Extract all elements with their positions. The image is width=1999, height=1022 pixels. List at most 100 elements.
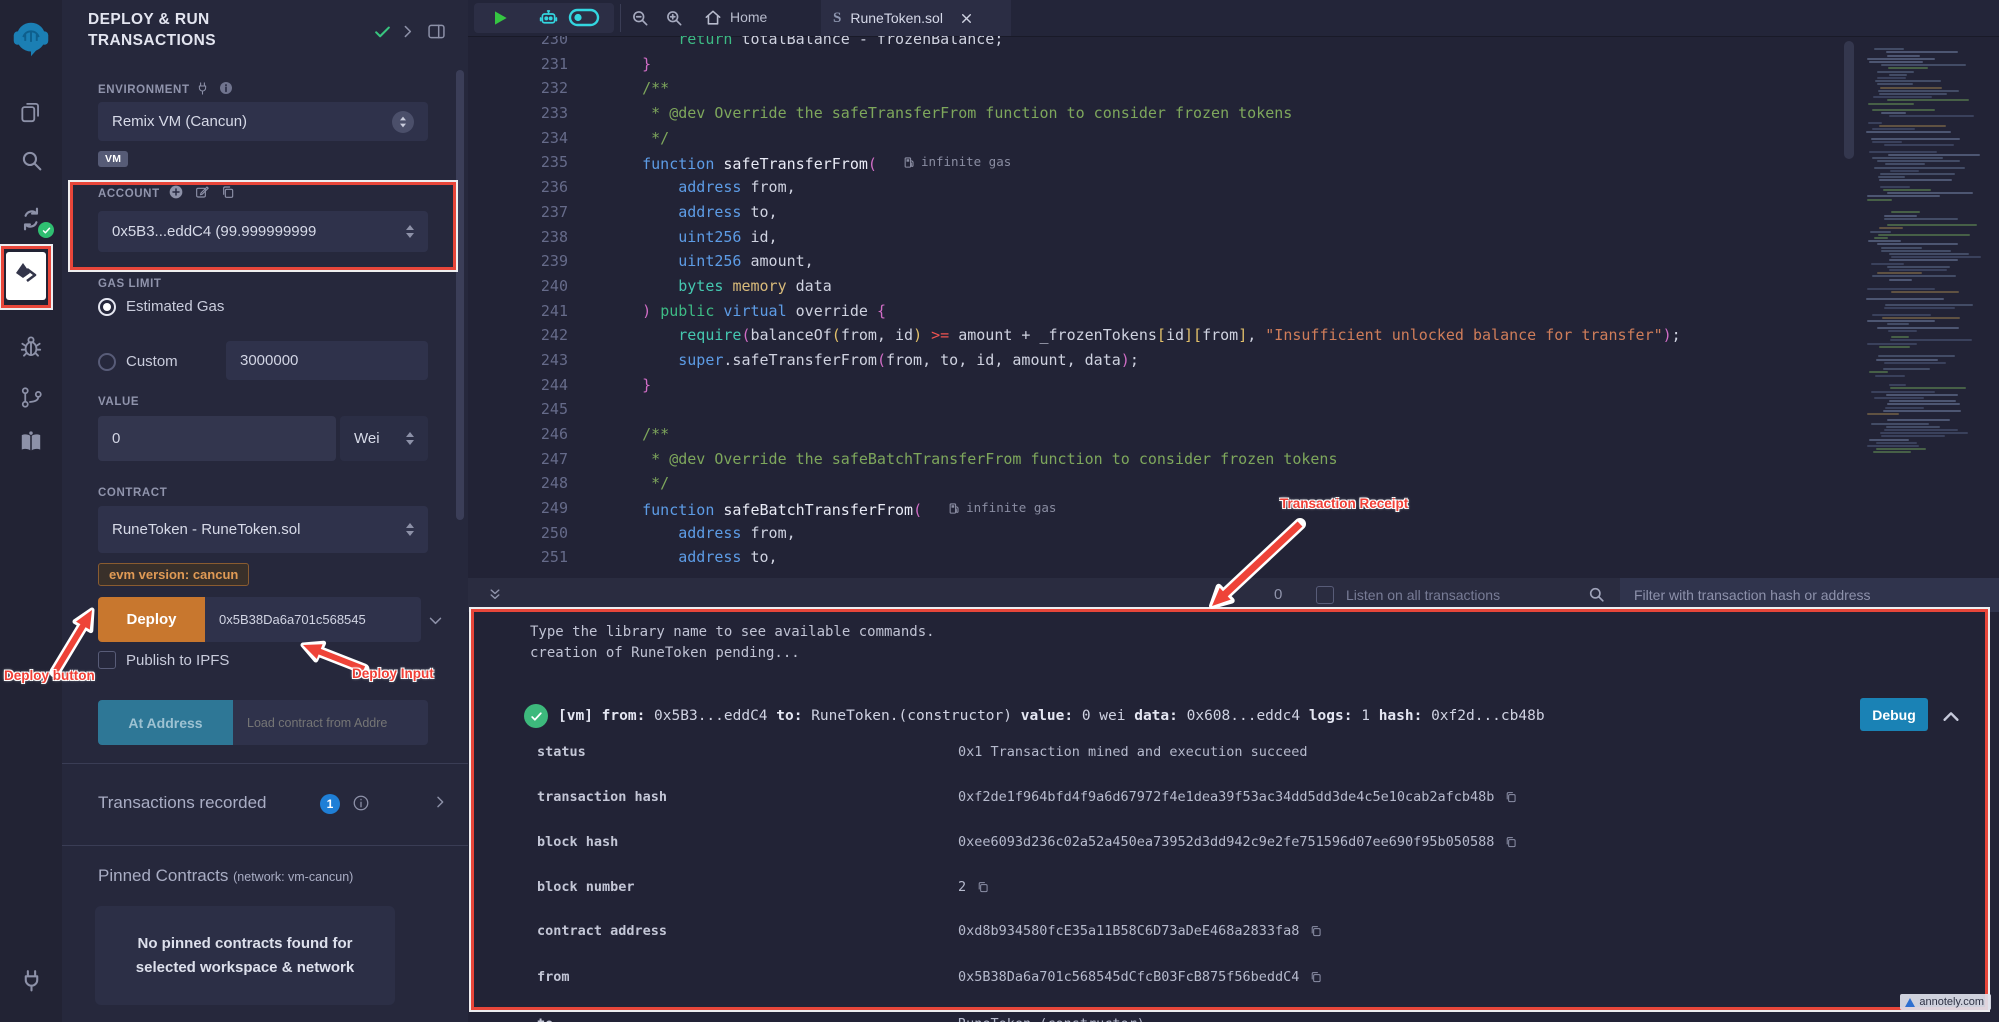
code-editor[interactable]: 230 return totalBalance - frozenBalance;…	[468, 36, 1999, 578]
code-line: 240 bytes memory data	[468, 274, 1848, 299]
estimated-gas-label: Estimated Gas	[126, 298, 224, 315]
evm-version-badge: evm version: cancun	[98, 563, 249, 586]
line-number: 232	[468, 76, 568, 101]
receipt-row: status0x1 Transaction mined and executio…	[537, 744, 1969, 766]
code-line: 248 */	[468, 471, 1848, 496]
transactions-info-icon[interactable]	[352, 794, 370, 812]
search-icon[interactable]	[0, 148, 62, 173]
editor-toolbar: Home S RuneToken.sol	[468, 0, 1999, 37]
panel-scrollbar[interactable]	[456, 70, 464, 520]
publish-ipfs-checkbox[interactable]	[98, 651, 116, 669]
copy-icon[interactable]	[1309, 924, 1323, 938]
code-line: 245	[468, 397, 1848, 422]
receipt-row-label: from	[537, 969, 570, 985]
copy-icon[interactable]	[1504, 790, 1518, 804]
line-number: 247	[468, 447, 568, 472]
line-number: 235	[468, 150, 568, 175]
terminal[interactable]: Type the library name to see available c…	[468, 612, 1999, 1022]
transaction-summary[interactable]: [vm] from: 0x5B3...eddC4 to: RuneToken.(…	[558, 708, 1545, 724]
code-lines: 230 return totalBalance - frozenBalance;…	[468, 36, 1848, 570]
minimap[interactable]	[1862, 45, 1999, 457]
value-input[interactable]	[98, 416, 336, 461]
filter-transactions-input[interactable]	[1620, 578, 1999, 612]
copy-icon[interactable]	[1309, 970, 1323, 984]
search-icon[interactable]	[1587, 585, 1606, 604]
run-script-icon[interactable]	[490, 8, 510, 33]
code-line: 236 address from,	[468, 175, 1848, 200]
receipt-row-value: 0xf2de1f964bfd4f9a6d67972f4e1dea39f53ac3…	[958, 789, 1494, 805]
solidity-file-icon: S	[833, 10, 841, 27]
listen-transactions-label: Listen on all transactions	[1346, 587, 1500, 603]
line-number: 242	[468, 323, 568, 348]
code-line: 233 * @dev Override the safeTransferFrom…	[468, 101, 1848, 126]
custom-gas-input[interactable]	[226, 341, 428, 380]
code-line: 242 require(balanceOf(from, id) >= amoun…	[468, 323, 1848, 348]
receipt-row-label: transaction hash	[537, 789, 667, 805]
chevron-down-icon[interactable]	[427, 612, 444, 629]
receipt-row: toRuneToken.(constructor)	[537, 1016, 1969, 1022]
ai-robot-icon[interactable]	[538, 7, 559, 28]
pin-check-icon[interactable]	[373, 22, 392, 41]
collapse-terminal-icon[interactable]	[486, 586, 504, 604]
home-icon[interactable]	[703, 8, 723, 28]
line-number: 233	[468, 101, 568, 126]
remix-ai-logo[interactable]	[0, 16, 62, 62]
environment-info-icon[interactable]	[218, 80, 234, 96]
copy-icon[interactable]	[1504, 835, 1518, 849]
close-tab-icon[interactable]	[960, 12, 973, 25]
debug-button[interactable]: Debug	[1860, 698, 1928, 731]
deploy-run-icon[interactable]	[6, 252, 46, 300]
contract-select[interactable]: RuneToken - RuneToken.sol	[98, 506, 428, 553]
code-line: 246 /**	[468, 422, 1848, 447]
account-select[interactable]: 0x5B3...eddC4 (99.999999999	[98, 211, 428, 252]
page-title: DEPLOY & RUNTRANSACTIONS	[88, 9, 298, 51]
deploy-run-panel: DEPLOY & RUNTRANSACTIONS ENVIRONMENT Rem…	[62, 0, 469, 1022]
line-number: 230	[468, 36, 568, 52]
zoom-in-icon[interactable]	[664, 8, 684, 28]
listen-transactions-checkbox[interactable]	[1316, 586, 1334, 604]
chevron-right-icon[interactable]	[399, 22, 416, 41]
code-line: 232 /**	[468, 76, 1848, 101]
environment-select[interactable]: Remix VM (Cancun)	[98, 102, 428, 141]
receipt-row-label: contract address	[537, 923, 667, 939]
at-address-input[interactable]	[233, 700, 428, 745]
fork-state-icon[interactable]	[195, 81, 210, 96]
estimated-gas-radio[interactable]	[98, 298, 116, 316]
copy-account-icon[interactable]	[220, 184, 236, 200]
receipt-row-label: status	[537, 744, 586, 760]
at-address-button[interactable]: At Address	[98, 700, 233, 745]
transactions-expand-icon[interactable]	[432, 793, 448, 811]
deploy-constructor-input[interactable]	[205, 597, 421, 642]
line-number: 243	[468, 348, 568, 373]
learneth-icon[interactable]	[0, 429, 62, 455]
copy-icon[interactable]	[976, 880, 990, 894]
terminal-line: Type the library name to see available c…	[530, 624, 935, 640]
deploy-button[interactable]: Deploy	[98, 597, 205, 642]
line-number: 238	[468, 225, 568, 250]
edit-account-icon[interactable]	[194, 184, 210, 200]
collapse-receipt-icon[interactable]	[1940, 706, 1962, 728]
add-account-icon[interactable]	[168, 184, 184, 200]
tab-runetoken-sol[interactable]: S RuneToken.sol	[821, 0, 1011, 36]
receipt-row: contract address0xd8b934580fcE35a11B58C6…	[537, 923, 1969, 945]
debugger-icon[interactable]	[0, 334, 62, 360]
infinite-gas-badge: infinite gas	[948, 496, 1056, 521]
plugin-manager-icon[interactable]	[0, 968, 62, 993]
tab-label: RuneToken.sol	[850, 10, 943, 26]
editor-scrollbar[interactable]	[1844, 41, 1854, 159]
deploy-run-icon[interactable]	[0, 252, 62, 300]
git-icon[interactable]	[0, 385, 62, 410]
pin-panel-icon[interactable]	[426, 21, 447, 42]
solidity-compiler-icon[interactable]	[0, 206, 62, 232]
terminal-line: creation of RuneToken pending...	[530, 645, 800, 661]
custom-gas-radio[interactable]	[98, 353, 116, 371]
ai-toggle-icon[interactable]	[567, 7, 601, 28]
transactions-count-badge: 1	[320, 794, 340, 814]
pinned-contracts-label: Pinned Contracts (network: vm-cancun)	[98, 866, 353, 886]
value-unit-select[interactable]: Wei	[340, 416, 428, 461]
code-line: 230 return totalBalance - frozenBalance;	[468, 36, 1848, 52]
zoom-out-icon[interactable]	[630, 8, 650, 28]
receipt-row: transaction hash 0xf2de1f964bfd4f9a6d6797…	[537, 789, 1969, 811]
home-tab[interactable]: Home	[730, 9, 767, 25]
file-explorer-icon[interactable]	[0, 99, 62, 125]
